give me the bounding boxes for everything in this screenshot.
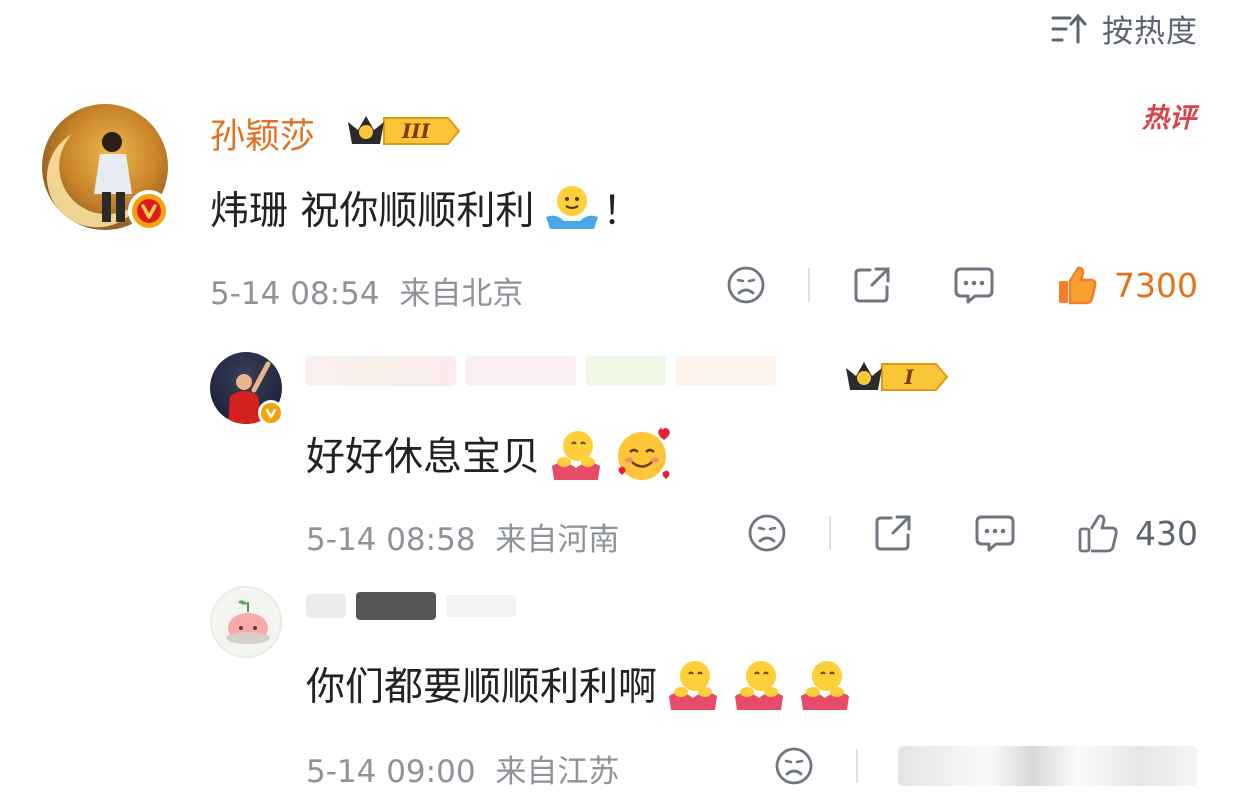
thumbs-up-filled-icon: [1059, 266, 1097, 305]
like-count: 430: [1135, 513, 1198, 553]
comment-meta: 5-14 08:54 来自北京: [210, 268, 523, 313]
comment-time: 5-14 09:00: [306, 754, 476, 790]
sad-face-icon: [727, 266, 765, 304]
avatar[interactable]: [210, 586, 282, 658]
share-icon: [875, 515, 911, 551]
comment-location: 来自北京: [399, 276, 524, 312]
dislike-button[interactable]: [724, 265, 768, 305]
hug-emoji-icon: [735, 661, 784, 710]
membership-crown-icon: III: [348, 116, 461, 145]
dislike-button[interactable]: [772, 746, 816, 786]
reply-button[interactable]: [973, 513, 1017, 553]
hug-emoji-icon: [669, 661, 718, 710]
membership-level: I: [903, 365, 914, 389]
like-button[interactable]: 7300: [1056, 264, 1198, 306]
like-count: 7300: [1114, 265, 1198, 305]
comment-text: 你们都要顺顺利利啊: [306, 656, 853, 712]
like-button[interactable]: 430: [1077, 512, 1198, 554]
comment-actions: [772, 746, 1198, 786]
verified-badge-icon: [128, 190, 170, 232]
divider: [808, 268, 811, 302]
share-button[interactable]: [871, 513, 915, 553]
comment-meta: 5-14 09:00 来自江苏: [306, 746, 619, 791]
divider: [856, 749, 858, 783]
sad-face-icon: [775, 747, 813, 785]
divider: [829, 516, 831, 550]
smiling-face-with-hearts-icon: [618, 428, 670, 480]
comment-location: 来自河南: [495, 522, 620, 558]
comment-text: 炜珊 祝你顺顺利利 ！: [210, 180, 641, 236]
comment-time: 5-14 08:58: [306, 522, 476, 558]
comment-item: 孙颖莎 III 热评 炜珊 祝你顺顺利利 ！ 5-14 08:54 来自北京 7…: [0, 0, 1242, 330]
username-blurred[interactable]: [306, 592, 516, 620]
share-icon: [854, 267, 890, 303]
comment-actions: 430: [745, 512, 1198, 554]
hug-emoji-icon: [552, 431, 601, 480]
dislike-button[interactable]: [745, 513, 789, 553]
comment-bubble-icon: [954, 267, 994, 304]
comment-time: 5-14 08:54: [210, 276, 380, 312]
username[interactable]: 孙颖莎: [210, 108, 315, 159]
verified-badge-icon: [258, 400, 284, 426]
sad-face-icon: [748, 514, 786, 552]
membership-crown-icon: I: [846, 362, 949, 391]
share-button-obscured[interactable]: [898, 746, 1198, 786]
avatar[interactable]: [210, 352, 284, 426]
thumbs-up-icon: [1078, 514, 1118, 553]
comment-actions: 7300: [724, 264, 1198, 306]
comment-text: 好好休息宝贝: [306, 424, 676, 484]
avatar[interactable]: [42, 104, 170, 232]
share-button[interactable]: [850, 265, 894, 305]
membership-level: III: [401, 119, 431, 143]
shrug-emoji-icon: [546, 186, 599, 229]
hug-emoji-icon: [801, 661, 850, 710]
reply-button[interactable]: [952, 265, 996, 305]
username-blurred[interactable]: [306, 356, 776, 386]
hot-comment-tag: 热评: [1142, 103, 1196, 134]
comment-location: 来自江苏: [495, 754, 620, 790]
comment-bubble-icon: [975, 515, 1015, 552]
comment-meta: 5-14 08:58 来自河南: [306, 514, 619, 559]
